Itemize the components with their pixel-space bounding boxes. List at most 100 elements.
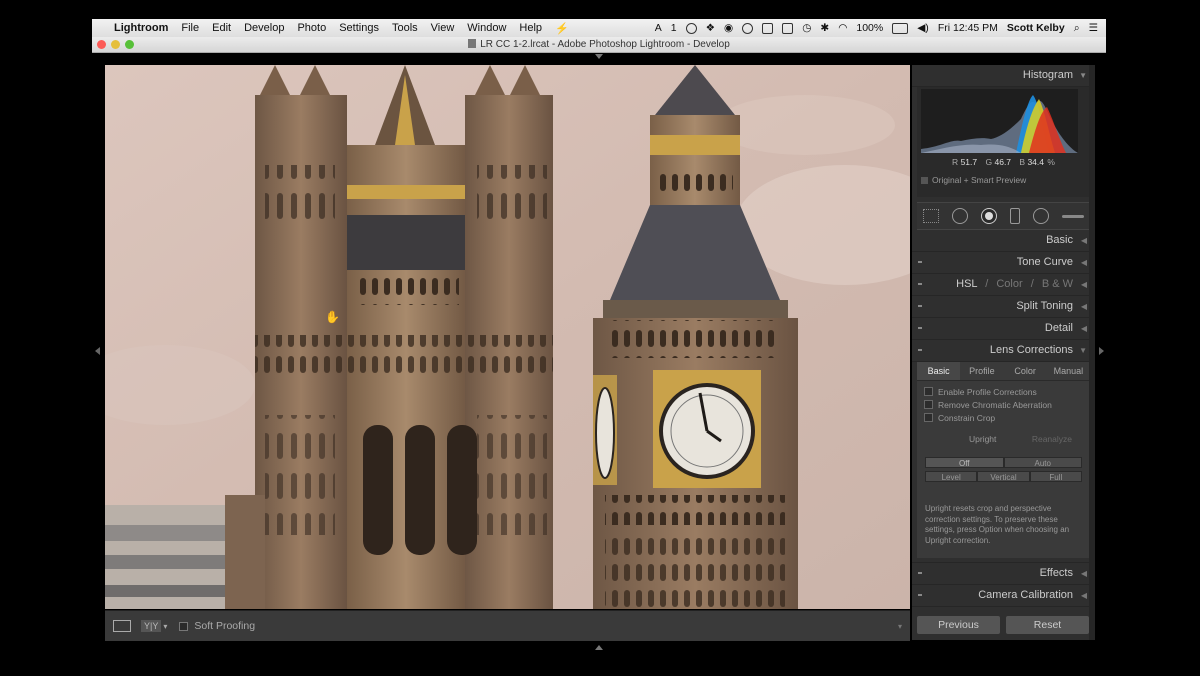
wifi-icon[interactable]: ◠ <box>838 22 847 34</box>
section-detail[interactable]: Detail ◀ <box>912 318 1095 340</box>
collapse-icon[interactable]: ▼ <box>1079 340 1087 361</box>
mac-menubar: Lightroom File Edit Develop Photo Settin… <box>92 19 1106 37</box>
histogram-plot[interactable] <box>921 89 1078 153</box>
bluetooth-icon[interactable]: ✱ <box>820 22 829 34</box>
menu-develop[interactable]: Develop <box>244 22 284 34</box>
adobe-icon[interactable]: A <box>655 22 662 34</box>
menu-help[interactable]: Help <box>519 22 542 34</box>
menu-file[interactable]: File <box>181 22 199 34</box>
evernote-icon[interactable]: ◉ <box>724 22 733 34</box>
user-name[interactable]: Scott Kelby <box>1007 22 1065 34</box>
volume-icon[interactable]: ◀) <box>917 22 929 34</box>
crop-tool-icon[interactable] <box>923 209 940 223</box>
menu-settings[interactable]: Settings <box>339 22 379 34</box>
lens-tab-color[interactable]: Color <box>1004 362 1047 380</box>
section-tone-curve[interactable]: Tone Curve ◀ <box>912 252 1095 274</box>
expand-icon[interactable]: ◀ <box>1081 318 1087 339</box>
airplay-icon[interactable] <box>782 22 794 34</box>
battery-icon[interactable] <box>892 22 909 34</box>
section-lens-corrections[interactable]: Lens Corrections ▼ <box>912 340 1095 362</box>
expand-icon[interactable]: ◀ <box>1081 274 1087 295</box>
section-switch-icon[interactable] <box>918 594 922 596</box>
histogram[interactable]: R 51.7 G 46.7 B 34.4 % Original + Smart … <box>917 87 1090 197</box>
spot-removal-tool-icon[interactable] <box>952 208 969 224</box>
menu-edit[interactable]: Edit <box>212 22 231 34</box>
menu-app-lightroom[interactable]: Lightroom <box>114 22 168 34</box>
red-eye-tool-icon[interactable] <box>981 208 998 224</box>
section-switch-icon[interactable] <box>918 327 922 329</box>
clock[interactable]: Fri 12:45 PM <box>938 22 998 34</box>
toolbar-menu-icon[interactable]: ▾ <box>898 622 902 631</box>
tab-color[interactable]: Color <box>996 278 1022 290</box>
expand-icon[interactable]: ◀ <box>1081 563 1087 584</box>
checkbox[interactable] <box>924 413 933 422</box>
lens-tab-manual[interactable]: Manual <box>1047 362 1090 380</box>
section-hsl[interactable]: HSL / Color / B & W ◀ <box>912 274 1095 296</box>
upright-help-text: Upright resets crop and perspective corr… <box>925 504 1070 545</box>
section-switch-icon[interactable] <box>918 349 922 351</box>
minimize-window-button[interactable] <box>111 40 120 49</box>
upright-full-button[interactable]: Full <box>1029 471 1082 482</box>
constrain-crop[interactable]: Constrain Crop <box>924 411 1090 424</box>
soft-proofing-checkbox[interactable] <box>179 621 189 631</box>
before-after-dropdown-icon[interactable]: ▾ <box>163 622 167 631</box>
adjustment-brush-tool-icon[interactable] <box>1061 214 1084 218</box>
spotlight-search-icon[interactable]: ⌕ <box>1074 22 1080 35</box>
expand-icon[interactable]: ◀ <box>1081 252 1087 273</box>
left-panel-toggle-icon[interactable] <box>95 347 100 355</box>
r-label: R <box>952 157 959 167</box>
reanalyze-button[interactable]: Reanalyze <box>1032 434 1072 444</box>
lens-tab-profile[interactable]: Profile <box>960 362 1003 380</box>
upright-off-button[interactable]: Off <box>925 457 1004 468</box>
notification-center-icon[interactable]: ☰ <box>1089 22 1098 34</box>
menu-view[interactable]: View <box>431 22 455 34</box>
enable-profile-corrections[interactable]: Enable Profile Corrections <box>924 385 1090 398</box>
filmstrip-toggle-icon[interactable] <box>595 645 603 650</box>
reset-button[interactable]: Reset <box>1006 616 1089 634</box>
expand-icon[interactable]: ◀ <box>1081 585 1087 606</box>
upright-level-button[interactable]: Level <box>925 471 978 482</box>
section-switch-icon[interactable] <box>918 261 922 263</box>
section-basic[interactable]: Basic ◀ <box>912 230 1095 252</box>
dropbox-icon[interactable]: ❖ <box>706 22 715 34</box>
percent-unit: % <box>1047 157 1055 167</box>
tab-bw[interactable]: B & W <box>1042 278 1073 290</box>
expand-icon[interactable]: ◀ <box>1081 296 1087 317</box>
before-after-button[interactable]: Y|Y <box>141 620 162 632</box>
checkbox[interactable] <box>924 400 933 409</box>
close-window-button[interactable] <box>97 40 106 49</box>
graduated-filter-tool-icon[interactable] <box>1009 208 1020 224</box>
histogram-header[interactable]: Histogram ▼ <box>912 65 1095 87</box>
histogram-collapse-icon[interactable]: ▼ <box>1079 65 1087 86</box>
expand-icon[interactable]: ◀ <box>1081 230 1087 251</box>
lightning-icon[interactable]: ⚡ <box>555 22 569 35</box>
menu-photo[interactable]: Photo <box>297 22 326 34</box>
right-panel-toggle-icon[interactable] <box>1099 347 1104 355</box>
creative-cloud-icon[interactable] <box>742 22 754 34</box>
tab-hsl[interactable]: HSL <box>956 278 977 290</box>
menu-window[interactable]: Window <box>467 22 506 34</box>
status-icon[interactable] <box>685 22 697 34</box>
remove-chromatic-aberration[interactable]: Remove Chromatic Aberration <box>924 398 1090 411</box>
time-machine-icon[interactable]: ◷ <box>802 22 811 34</box>
lens-tab-basic[interactable]: Basic <box>917 362 961 380</box>
section-camera-calibration[interactable]: Camera Calibration ◀ <box>912 585 1095 607</box>
upright-auto-button[interactable]: Auto <box>1003 457 1082 468</box>
previous-button[interactable]: Previous <box>917 616 1000 634</box>
panel-scrollbar[interactable] <box>1089 65 1095 640</box>
zoom-window-button[interactable] <box>125 40 134 49</box>
screen-icon[interactable] <box>762 22 774 34</box>
menu-tools[interactable]: Tools <box>392 22 418 34</box>
photo-canvas[interactable]: ✋ <box>105 65 910 609</box>
section-switch-icon[interactable] <box>918 283 922 285</box>
section-effects[interactable]: Effects ◀ <box>912 562 1095 585</box>
section-switch-icon[interactable] <box>918 305 922 307</box>
top-panel-toggle-icon[interactable] <box>595 54 603 59</box>
section-switch-icon[interactable] <box>918 572 922 574</box>
radial-filter-tool-icon[interactable] <box>1032 208 1049 224</box>
checkbox[interactable] <box>924 387 933 396</box>
loupe-view-icon[interactable] <box>113 620 131 632</box>
develop-toolbar: Y|Y ▾ Soft Proofing ▾ <box>105 610 910 641</box>
section-split-toning[interactable]: Split Toning ◀ <box>912 296 1095 318</box>
upright-vertical-button[interactable]: Vertical <box>977 471 1030 482</box>
